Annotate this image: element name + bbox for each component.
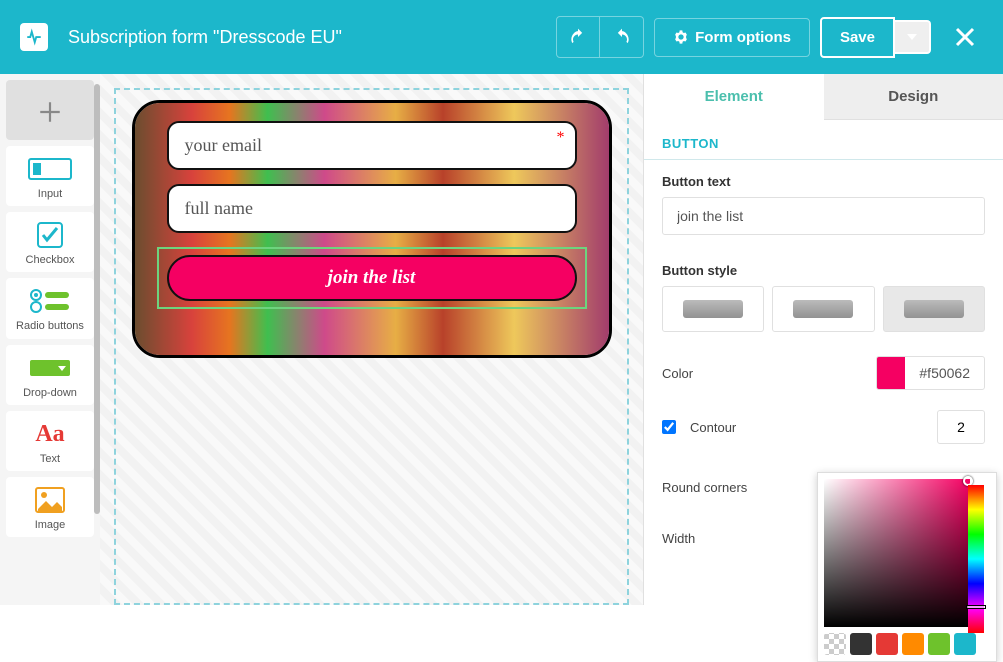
undo-redo-group	[556, 16, 644, 58]
sidebar-item-label: Input	[38, 188, 62, 200]
selected-element-outline: join the list	[157, 247, 587, 309]
sidebar-radio[interactable]: Radio buttons	[6, 278, 94, 339]
undo-button[interactable]	[556, 16, 600, 58]
swatch-red[interactable]	[876, 633, 898, 655]
button-style-label: Button style	[662, 263, 985, 278]
text-icon: Aa	[28, 421, 72, 447]
workspace: Input Checkbox Radio buttons Drop-down A…	[0, 74, 1003, 605]
checkbox-icon	[28, 222, 72, 248]
color-swatches	[824, 633, 990, 655]
swatch-cyan[interactable]	[954, 633, 976, 655]
button-text-input[interactable]	[662, 197, 985, 235]
color-input[interactable]: #f50062	[876, 356, 985, 390]
drop-zone[interactable]: your email full name join the list	[114, 88, 629, 605]
contour-input[interactable]	[937, 410, 985, 444]
hue-slider[interactable]	[966, 605, 986, 609]
close-button[interactable]	[947, 19, 983, 55]
email-field[interactable]: your email	[167, 121, 577, 170]
header-actions: Form options Save	[556, 16, 983, 58]
app-logo	[20, 23, 48, 51]
color-value: #f50062	[905, 365, 984, 381]
contour-label: Contour	[690, 420, 923, 435]
page-title: Subscription form "Dresscode EU"	[68, 27, 556, 48]
hue-bar[interactable]	[968, 485, 984, 633]
input-icon	[28, 156, 72, 182]
sidebar-item-label: Image	[35, 519, 66, 531]
section-heading: BUTTON	[644, 120, 1003, 160]
dropdown-icon	[28, 355, 72, 381]
save-dropdown-button[interactable]	[895, 20, 931, 54]
color-label: Color	[662, 366, 862, 381]
gear-icon	[673, 29, 689, 45]
image-icon	[28, 487, 72, 513]
style-outline[interactable]	[772, 286, 874, 332]
swatch-green[interactable]	[928, 633, 950, 655]
close-icon	[953, 25, 977, 49]
swatch-black[interactable]	[850, 633, 872, 655]
name-field[interactable]: full name	[167, 184, 577, 233]
sidebar-add[interactable]	[6, 80, 94, 140]
radio-icon	[28, 288, 72, 314]
button-text-label: Button text	[662, 174, 985, 189]
swatch-transparent[interactable]	[824, 633, 846, 655]
swatch-orange[interactable]	[902, 633, 924, 655]
panel-tabs: Element Design	[644, 74, 1003, 120]
sidebar-checkbox[interactable]: Checkbox	[6, 212, 94, 272]
submit-button[interactable]: join the list	[167, 255, 577, 301]
sidebar-item-label: Radio buttons	[16, 320, 84, 333]
caret-down-icon	[907, 32, 917, 42]
sidebar-item-label: Drop-down	[23, 387, 77, 399]
sidebar-item-label: Text	[40, 453, 60, 465]
style-gradient[interactable]	[883, 286, 985, 332]
sidebar-input[interactable]: Input	[6, 146, 94, 206]
plus-icon	[37, 99, 63, 125]
tab-element[interactable]: Element	[644, 74, 824, 120]
sidebar-text[interactable]: Aa Text	[6, 411, 94, 471]
canvas: your email full name join the list	[100, 74, 643, 605]
style-flat[interactable]	[662, 286, 764, 332]
properties-panel: Element Design BUTTON Button text Button…	[643, 74, 1003, 605]
color-picker[interactable]	[817, 472, 997, 662]
tab-design[interactable]: Design	[824, 74, 1003, 120]
form-options-button[interactable]: Form options	[654, 18, 810, 57]
form-preview: your email full name join the list	[132, 100, 612, 358]
element-sidebar: Input Checkbox Radio buttons Drop-down A…	[0, 74, 100, 605]
sidebar-dropdown[interactable]: Drop-down	[6, 345, 94, 405]
sidebar-item-label: Checkbox	[26, 254, 75, 266]
app-header: Subscription form "Dresscode EU" Form op…	[0, 0, 1003, 74]
color-swatch	[877, 357, 905, 389]
button-style-options	[662, 286, 985, 332]
contour-checkbox[interactable]	[662, 420, 676, 434]
redo-button[interactable]	[600, 16, 644, 58]
save-button[interactable]: Save	[820, 17, 895, 58]
sidebar-image[interactable]: Image	[6, 477, 94, 537]
